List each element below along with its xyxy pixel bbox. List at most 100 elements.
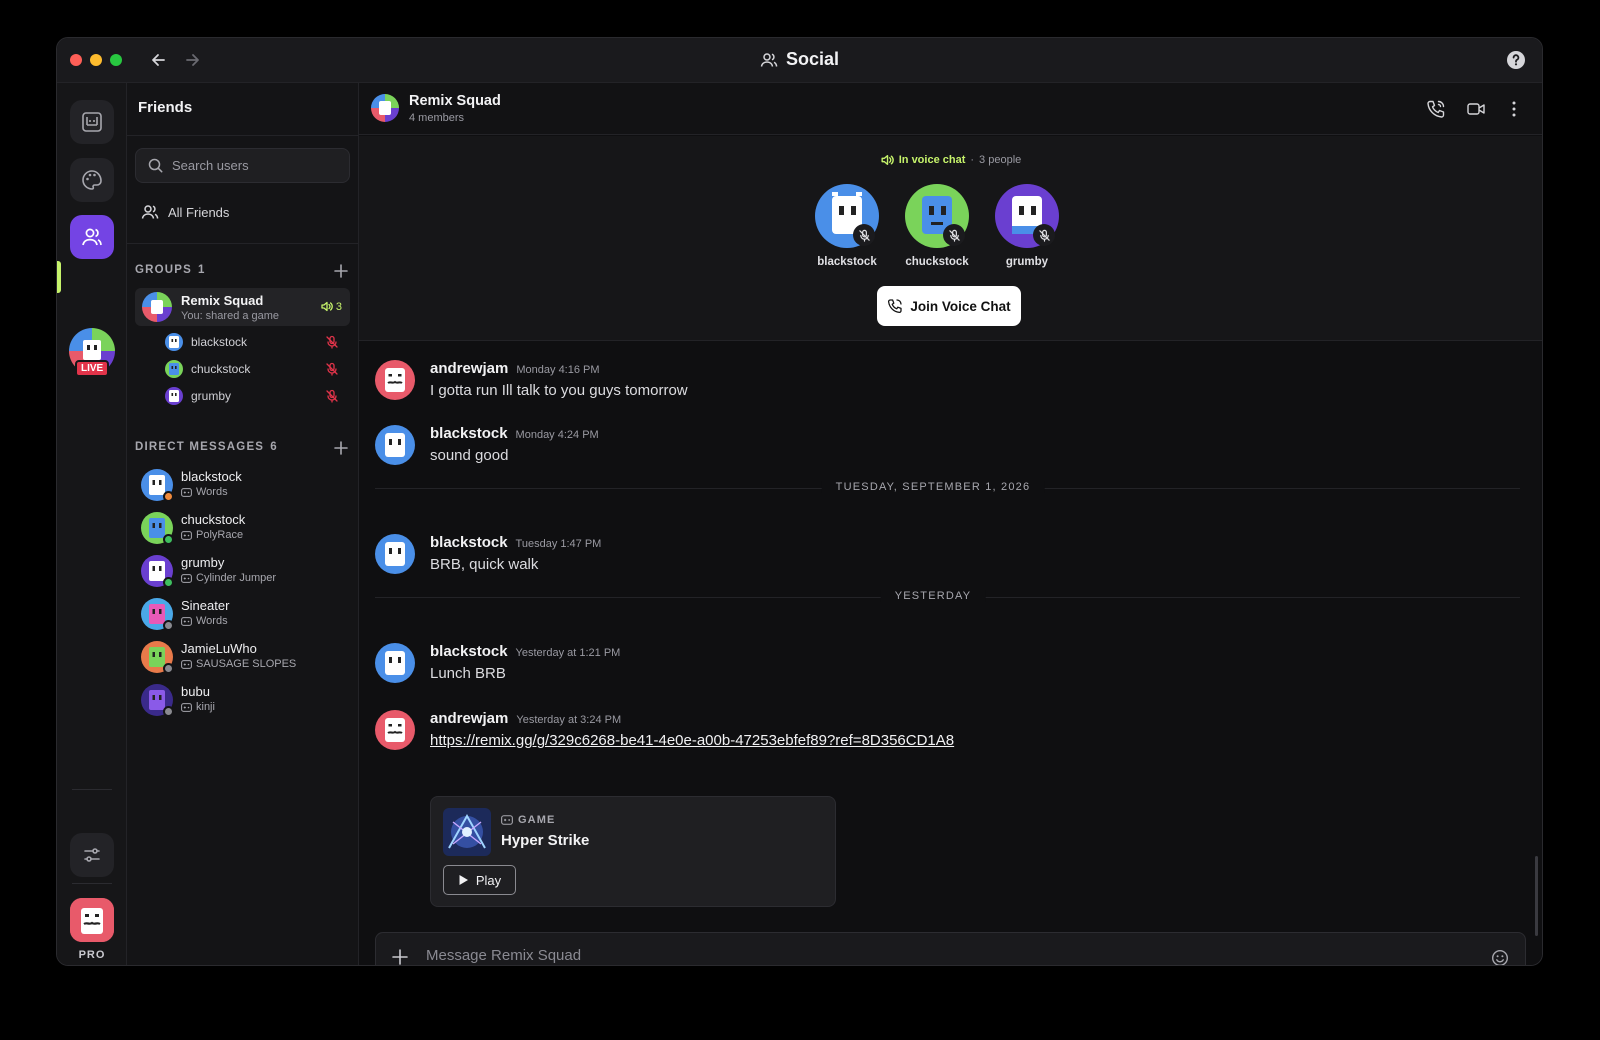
message-author[interactable]: andrewjam Monday 4:16 PM <box>430 360 600 377</box>
game-card[interactable]: GAME Hyper Strike Play <box>430 796 836 907</box>
phone-icon[interactable] <box>1426 99 1446 119</box>
voice-user-name: blackstock <box>817 256 877 268</box>
message-author[interactable]: blackstock Monday 4:24 PM <box>430 425 599 442</box>
emoji-icon[interactable] <box>1491 949 1509 966</box>
join-voice-chat-label: Join Voice Chat <box>910 298 1011 314</box>
dm-game-label: Words <box>196 486 228 498</box>
phone-icon <box>888 299 902 314</box>
dm-item[interactable]: Sineater Words <box>141 596 351 632</box>
dm-item[interactable]: grumby Cylinder Jumper <box>141 553 351 589</box>
gamepad-icon <box>181 702 192 712</box>
avatar[interactable] <box>375 643 415 683</box>
voice-user[interactable]: grumby <box>987 184 1067 268</box>
app-window: Social LIVE PRO Friends Search users All… <box>56 37 1543 966</box>
voice-user-name: chuckstock <box>905 256 969 268</box>
message-text: I gotta run Ill talk to you guys tomorro… <box>430 382 688 399</box>
voice-separator: · <box>970 154 975 166</box>
voice-user[interactable]: blackstock <box>807 184 887 268</box>
add-attachment-icon[interactable] <box>392 949 408 965</box>
group-member-item[interactable]: chuckstock <box>165 358 345 380</box>
dm-label: DIRECT MESSAGES <box>135 441 265 453</box>
play-label: Play <box>475 872 502 888</box>
rail-home-button[interactable] <box>70 100 114 144</box>
play-icon <box>459 875 468 885</box>
message-link[interactable]: https://remix.gg/g/329c6268-be41-4e0e-a0… <box>430 732 954 749</box>
group-subtitle: You: shared a game <box>181 310 280 322</box>
voice-user-name: grumby <box>1005 256 1049 268</box>
sliders-icon <box>84 848 100 862</box>
dm-game: SAUSAGE SLOPES <box>181 658 296 670</box>
join-voice-chat-button[interactable]: Join Voice Chat <box>877 286 1021 326</box>
avatar[interactable] <box>375 425 415 465</box>
play-button[interactable]: Play <box>443 865 516 895</box>
group-avatar-icon <box>371 94 399 122</box>
profile-avatar[interactable] <box>70 898 114 942</box>
avatar[interactable] <box>375 710 415 750</box>
message-avatar-icon <box>375 425 415 465</box>
speaker-icon <box>881 154 894 166</box>
member-avatar-icon <box>165 333 183 351</box>
avatar-face-icon <box>70 898 114 942</box>
video-camera-icon[interactable] <box>1466 99 1486 119</box>
gamepad-icon <box>181 659 192 669</box>
message-input[interactable] <box>426 947 1326 964</box>
search-input[interactable] <box>172 158 332 173</box>
group-member-item[interactable]: grumby <box>165 385 345 407</box>
dm-item[interactable]: blackstock Words <box>141 467 351 503</box>
rail-social-button[interactable] <box>70 215 114 259</box>
avatar[interactable] <box>375 360 415 400</box>
dm-count: 6 <box>270 441 278 453</box>
more-options-icon[interactable] <box>1504 99 1524 119</box>
help-icon[interactable] <box>1506 50 1526 70</box>
message-author-name: blackstock <box>430 534 508 551</box>
message-author[interactable]: andrewjam Yesterday at 3:24 PM <box>430 710 621 727</box>
message-author-name: blackstock <box>430 643 508 660</box>
mic-muted-badge <box>943 224 965 246</box>
avatar[interactable] <box>375 534 415 574</box>
scrollbar[interactable] <box>1535 856 1538 936</box>
group-name: Remix Squad <box>181 293 264 308</box>
rail-separator <box>72 883 112 884</box>
rail-settings-button[interactable] <box>70 833 114 877</box>
mic-muted-icon <box>326 389 338 403</box>
group-item-remix-squad[interactable]: Remix Squad You: shared a game 3 <box>135 288 350 326</box>
dm-item[interactable]: bubu kinji <box>141 682 351 718</box>
avatar <box>165 387 183 405</box>
group-member-item[interactable]: blackstock <box>165 331 345 353</box>
message-time: Monday 4:16 PM <box>516 364 600 376</box>
search-box[interactable] <box>135 148 350 183</box>
dm-item[interactable]: chuckstock PolyRace <box>141 510 351 546</box>
message-author[interactable]: blackstock Tuesday 1:47 PM <box>430 534 601 551</box>
remix-logo-icon <box>82 112 102 132</box>
status-dot <box>163 706 174 717</box>
message-avatar-icon <box>375 534 415 574</box>
add-dm-icon[interactable] <box>334 441 348 455</box>
voice-user[interactable]: chuckstock <box>897 184 977 268</box>
dm-game: kinji <box>181 701 215 713</box>
message-avatar-icon <box>375 643 415 683</box>
gamepad-icon <box>181 530 192 540</box>
mic-muted-badge <box>853 224 875 246</box>
rail-palette-button[interactable] <box>70 158 114 202</box>
dm-game: Words <box>181 615 228 627</box>
member-name: chuckstock <box>191 362 251 376</box>
search-icon <box>148 158 163 173</box>
users-icon <box>141 205 159 219</box>
add-group-icon[interactable] <box>334 264 348 278</box>
group-avatar <box>142 292 172 322</box>
message-author[interactable]: blackstock Yesterday at 1:21 PM <box>430 643 620 660</box>
member-name: grumby <box>191 389 232 403</box>
member-avatar-icon <box>165 387 183 405</box>
window-title: Social <box>57 49 1542 70</box>
message-text: BRB, quick walk <box>430 556 539 573</box>
window-title-text: Social <box>785 49 840 69</box>
gamepad-icon <box>181 616 192 626</box>
all-friends-link[interactable]: All Friends <box>141 203 229 221</box>
chat-header: Remix Squad 4 members <box>359 83 1542 135</box>
dm-item[interactable]: JamieLuWho SAUSAGE SLOPES <box>141 639 351 675</box>
mic-muted-icon <box>858 229 870 242</box>
avatar <box>165 360 183 378</box>
dm-name: grumby <box>181 555 225 570</box>
dm-game-label: kinji <box>196 701 215 713</box>
message-text: Lunch BRB <box>430 665 506 682</box>
